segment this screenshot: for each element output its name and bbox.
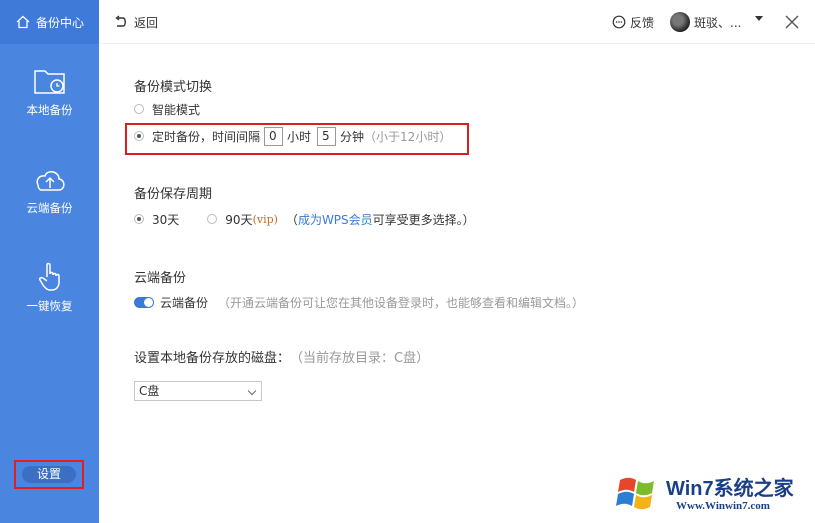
- settings-button[interactable]: 设置: [22, 466, 76, 483]
- sidebar-header-label: 备份中心: [36, 15, 85, 30]
- backup-mode-title: 备份模式切换: [134, 80, 213, 95]
- back-button[interactable]: 返回: [114, 12, 158, 32]
- cloud-backup-row: 云端备份 （开通云端备份可让您在其他设备登录时，也能够查看和编辑文档。）: [134, 293, 584, 311]
- smart-mode-label: 智能模式: [152, 102, 201, 117]
- retention-note-prefix: （: [285, 212, 298, 227]
- smart-mode-radio[interactable]: [134, 104, 144, 114]
- retention-options: 30天 90天 (vip) （ 成为WPS会员 可享受更多选择。）: [134, 210, 475, 228]
- home-icon: [16, 15, 30, 29]
- backup-center-window: 备份中心 本地备份 云端备份 一键恢复 设置 返回 反馈 斑驳、... 备份模式…: [0, 0, 815, 523]
- cloud-backup-toggle-label: 云端备份: [160, 295, 209, 310]
- timed-backup-radio[interactable]: [134, 131, 144, 141]
- cloud-backup-title: 云端备份: [134, 271, 187, 286]
- minutes-unit: 分钟: [340, 129, 365, 144]
- user-menu[interactable]: 斑驳、...: [670, 11, 741, 33]
- retention-note-suffix: 可享受更多选择。）: [372, 212, 475, 227]
- sidebar-item-restore[interactable]: 一键恢复: [0, 260, 99, 330]
- sidebar-item-local-backup[interactable]: 本地备份: [0, 66, 99, 136]
- sidebar-item-cloud-backup[interactable]: 云端备份: [0, 166, 99, 236]
- watermark-title: Win7系统之家: [666, 478, 794, 500]
- hours-input[interactable]: 0: [264, 126, 284, 146]
- retention-90-label: 90天: [225, 212, 253, 227]
- user-name: 斑驳、...: [694, 15, 742, 30]
- hours-unit: 小时: [287, 129, 312, 144]
- feedback-button[interactable]: 反馈: [612, 12, 654, 32]
- disk-select[interactable]: C盘: [134, 381, 262, 401]
- retention-30-radio[interactable]: [134, 214, 144, 224]
- sidebar-item-label: 云端备份: [26, 201, 73, 215]
- watermark-url: Www.Winwin7.com: [676, 500, 770, 512]
- smart-mode-option[interactable]: 智能模式: [134, 100, 200, 118]
- top-bar: 返回 反馈 斑驳、...: [99, 0, 815, 44]
- cloud-upload-icon: [36, 171, 65, 191]
- win7-watermark-logo: Win7系统之家 Www.Winwin7.com: [612, 468, 812, 520]
- chevron-down-icon[interactable]: [755, 16, 763, 21]
- cloud-backup-description: （开通云端备份可让您在其他设备登录时，也能够查看和编辑文档。）: [218, 295, 585, 310]
- timed-backup-option[interactable]: 定时备份，时间间隔 0 小时 5 分钟 （小于12小时）: [134, 126, 452, 146]
- sidebar-header: 备份中心: [0, 0, 99, 44]
- timed-backup-label: 定时备份，时间间隔: [152, 129, 261, 144]
- vip-tag: (vip): [252, 212, 278, 226]
- become-wps-member-link[interactable]: 成为WPS会员: [298, 211, 373, 228]
- sidebar: 备份中心 本地备份 云端备份 一键恢复 设置: [0, 0, 99, 523]
- disk-select-value: C盘: [139, 384, 160, 398]
- feedback-label: 反馈: [630, 15, 655, 30]
- chat-bubble-icon: [612, 15, 626, 29]
- hand-pointer-icon: [38, 262, 60, 291]
- back-arrow-icon: [115, 15, 126, 27]
- sidebar-item-label: 本地备份: [26, 103, 73, 117]
- chevron-down-icon: [247, 386, 257, 396]
- retention-title: 备份保存周期: [134, 187, 213, 202]
- windows-flag-icon: [616, 477, 654, 510]
- disk-title: 设置本地备份存放的磁盘：: [134, 350, 291, 366]
- back-label: 返回: [134, 15, 159, 30]
- cloud-backup-toggle[interactable]: [134, 296, 154, 308]
- retention-90-radio[interactable]: [207, 214, 218, 224]
- minutes-input[interactable]: 5: [317, 126, 337, 146]
- settings-highlight: 设置: [14, 460, 84, 489]
- interval-hint: （小于12小时）: [364, 129, 452, 144]
- settings-panel: 备份模式切换 智能模式 定时备份，时间间隔 0 小时 5 分钟 （小于12小时）…: [99, 44, 815, 523]
- folder-clock-icon: [33, 70, 65, 94]
- sidebar-item-label: 一键恢复: [26, 299, 73, 313]
- avatar: [670, 12, 690, 32]
- disk-row: 设置本地备份存放的磁盘： （当前存放目录：C盘）: [134, 347, 430, 366]
- retention-30-label: 30天: [152, 212, 180, 227]
- close-icon[interactable]: [783, 13, 801, 31]
- current-dir: （当前存放目录：C盘）: [290, 350, 430, 366]
